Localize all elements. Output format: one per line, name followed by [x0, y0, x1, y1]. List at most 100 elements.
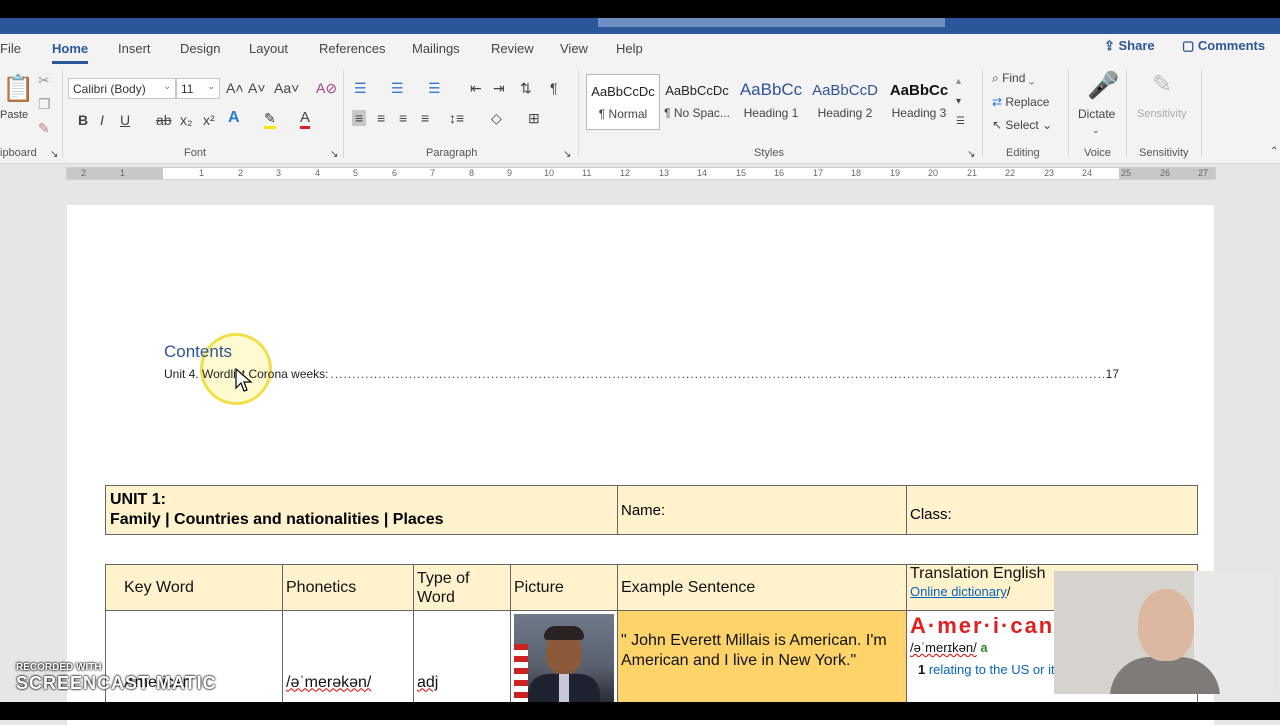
style-name: Heading 2 — [817, 106, 873, 120]
text-effects-icon[interactable]: A — [228, 110, 240, 126]
style-normal[interactable]: AaBbCcDc ¶ Normal — [586, 74, 660, 130]
toc-entry[interactable]: Unit 4. Wordlist Corona weeks: .........… — [164, 367, 1119, 381]
ruler-tick: 4 — [315, 168, 321, 178]
cell-example-sentence[interactable]: " John Everett Millais is American. I'm … — [617, 610, 907, 705]
styles-launcher-icon[interactable]: ↘ — [967, 147, 975, 163]
watermark-line-1: RECORDED WITH — [16, 662, 102, 673]
find-button[interactable]: ⌕ Find ⌄ — [992, 70, 1034, 86]
watermark-line-2: SCREENCAST MATIC — [16, 673, 217, 693]
dictate-label[interactable]: Dictate — [1078, 106, 1115, 122]
show-marks-icon[interactable]: ¶ — [550, 80, 558, 96]
align-right-icon[interactable]: ≡ — [399, 110, 407, 126]
ruler-tick: 10 — [544, 168, 555, 178]
toc-leader: ........................................… — [330, 367, 1104, 381]
search-box[interactable] — [598, 18, 945, 27]
style-name: Heading 3 — [891, 106, 947, 120]
numbering-icon[interactable]: ☰ — [391, 80, 404, 96]
name-cell[interactable]: Name: — [617, 485, 907, 535]
search-icon: ⌕ — [992, 71, 1003, 85]
replace-label: Replace — [1005, 95, 1050, 109]
paste-label[interactable]: Paste — [0, 107, 28, 123]
header-type-of-word: Type of Word — [413, 564, 511, 611]
shading-icon[interactable]: ◇ — [491, 110, 502, 126]
italic-icon[interactable]: I — [100, 112, 104, 128]
group-separator — [1126, 70, 1127, 158]
subscript-icon[interactable]: x₂ — [180, 112, 192, 128]
tab-review[interactable]: Review — [491, 41, 534, 56]
replace-button[interactable]: ⇄ Replace — [992, 94, 1049, 110]
styles-scroll-down-icon[interactable]: ▾ — [956, 94, 961, 110]
cut-icon[interactable]: ✂ — [38, 72, 50, 88]
style-heading-1[interactable]: AaBbCc Heading 1 — [734, 74, 808, 130]
font-color-icon[interactable]: A — [300, 110, 311, 129]
copy-icon[interactable]: ❐ — [38, 96, 51, 112]
font-size-box[interactable]: 11 ⌄ — [176, 78, 220, 99]
share-button[interactable]: ⇪ Share — [1104, 38, 1174, 62]
bullets-icon[interactable]: ☰ — [354, 80, 367, 96]
tab-view[interactable]: View — [560, 41, 588, 56]
clear-formatting-icon[interactable]: A⊘ — [316, 80, 337, 96]
sensitivity-label: Sensitivity — [1137, 108, 1187, 120]
tab-insert[interactable]: Insert — [118, 41, 151, 56]
sort-icon[interactable]: ⇅ — [520, 80, 532, 96]
style-heading-3[interactable]: AaBbCc Heading 3 — [882, 74, 956, 130]
multilevel-list-icon[interactable]: ☰ — [428, 80, 441, 96]
bold-icon[interactable]: B — [78, 112, 88, 128]
increase-indent-icon[interactable]: ⇥ — [493, 80, 505, 96]
dictionary-pronunciation: /əˈmerɪkən/ — [910, 640, 977, 655]
ruler-tick: 16 — [774, 168, 785, 178]
style-name: Heading 1 — [743, 106, 799, 120]
collapse-ribbon-icon[interactable]: ⌃ — [1270, 144, 1278, 160]
format-painter-icon[interactable]: ✎ — [38, 120, 50, 136]
tab-help[interactable]: Help — [616, 41, 643, 56]
ruler-tick: 2 — [238, 168, 244, 178]
line-spacing-icon[interactable]: ↕≡ — [449, 110, 464, 126]
document-page[interactable]: Contents Unit 4. Wordlist Corona weeks: … — [67, 205, 1214, 725]
class-cell[interactable]: Class: — [906, 485, 1198, 535]
styles-more-icon[interactable]: ☰ — [956, 114, 965, 130]
cell-phonetics[interactable]: /əˈmerəkən/ — [282, 610, 414, 705]
style-heading-2[interactable]: AaBbCcD Heading 2 — [808, 74, 882, 130]
ruler-tick: 20 — [928, 168, 939, 178]
change-case-icon[interactable]: Aa˅ — [274, 80, 299, 96]
tab-design[interactable]: Design — [180, 41, 220, 56]
tab-home[interactable]: Home — [52, 41, 89, 64]
toc-title: Contents — [164, 342, 233, 361]
tab-mailings[interactable]: Mailings — [412, 41, 460, 56]
microphone-icon[interactable]: 🎤 — [1087, 70, 1119, 100]
cell-picture[interactable] — [510, 610, 618, 705]
align-center-icon[interactable]: ≡ — [377, 110, 385, 126]
ruler-tick: 27 — [1198, 168, 1209, 178]
ruler-tick: 6 — [392, 168, 398, 178]
decrease-indent-icon[interactable]: ⇤ — [470, 80, 482, 96]
select-button[interactable]: ↖ Select ⌄ — [992, 117, 1052, 133]
type-text: adj — [417, 673, 439, 691]
online-dictionary-link[interactable]: Online dictionary — [910, 584, 1007, 599]
tab-references[interactable]: References — [319, 41, 385, 56]
chevron-down-icon[interactable]: ⌄ — [1092, 122, 1100, 138]
ruler-tick: 9 — [507, 168, 513, 178]
cell-type[interactable]: adj — [413, 610, 511, 705]
justify-icon[interactable]: ≡ — [421, 110, 429, 126]
style-no-spacing[interactable]: AaBbCcDc ¶ No Spac... — [660, 74, 734, 130]
clipboard-launcher-icon[interactable]: ↘ — [50, 147, 58, 163]
comments-button[interactable]: ▢ Comments — [1182, 38, 1278, 62]
font-name-box[interactable]: Calibri (Body) ⌄ — [68, 78, 176, 99]
superscript-icon[interactable]: x² — [203, 112, 215, 128]
ruler-tick: 2 — [81, 168, 87, 178]
styles-scroll-up-icon[interactable]: ▴ — [956, 74, 961, 90]
tab-layout[interactable]: Layout — [249, 41, 288, 56]
styles-group-label: Styles — [754, 147, 784, 159]
align-left-icon[interactable]: ≡ — [352, 110, 367, 126]
paragraph-launcher-icon[interactable]: ↘ — [563, 147, 571, 163]
borders-icon[interactable]: ⊞ — [528, 110, 540, 126]
highlight-icon[interactable]: ✎ — [264, 110, 276, 129]
paste-icon[interactable]: 📋 — [2, 74, 34, 102]
shrink-font-icon[interactable]: A˅ — [248, 80, 266, 96]
underline-icon[interactable]: U — [120, 112, 130, 128]
grow-font-icon[interactable]: A˄ — [226, 80, 244, 96]
tab-file[interactable]: File — [0, 41, 21, 56]
strikethrough-icon[interactable]: ab — [156, 112, 172, 128]
replace-icon: ⇄ — [992, 95, 1006, 109]
font-launcher-icon[interactable]: ↘ — [330, 147, 338, 163]
